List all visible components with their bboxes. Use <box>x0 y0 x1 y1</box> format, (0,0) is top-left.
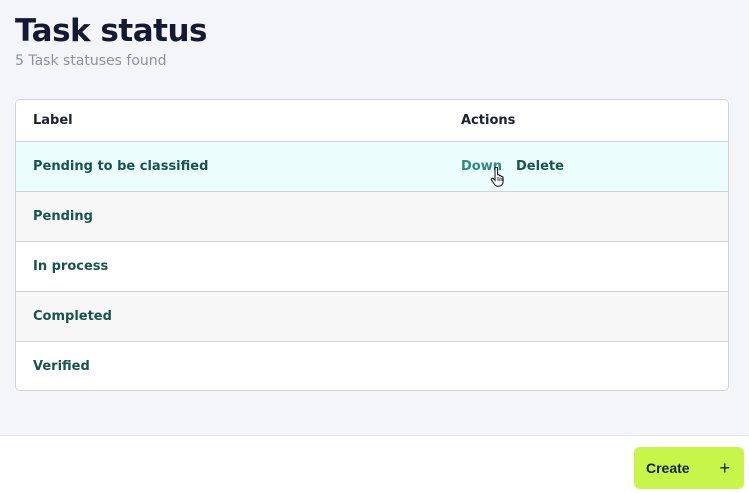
page-header: Task status 5 Task statuses found <box>15 12 207 69</box>
row-label: In process <box>33 259 109 274</box>
row-actions: Down Delete <box>461 159 564 174</box>
table-row[interactable]: Pending to be classified Down Delete <box>16 141 728 191</box>
row-label: Verified <box>33 359 90 374</box>
create-button[interactable]: Create + <box>634 447 744 489</box>
create-button-label: Create <box>646 460 690 476</box>
row-label: Pending <box>33 209 93 224</box>
delete-button[interactable]: Delete <box>516 159 564 174</box>
move-down-button[interactable]: Down <box>461 159 502 174</box>
table-row[interactable]: In process <box>16 241 728 291</box>
table-row[interactable]: Pending <box>16 191 728 241</box>
row-label: Completed <box>33 309 112 324</box>
task-status-table: Label Actions Pending to be classified D… <box>15 99 729 391</box>
table-row[interactable]: Verified <box>16 341 728 390</box>
footer-bar: Create + <box>0 435 749 493</box>
column-header-label: Label <box>33 113 73 128</box>
table-row[interactable]: Completed <box>16 291 728 341</box>
row-label: Pending to be classified <box>33 159 209 174</box>
table-header-row: Label Actions <box>16 100 728 141</box>
results-count: 5 Task statuses found <box>15 53 167 69</box>
plus-icon: + <box>719 458 730 478</box>
page: Task status 5 Task statuses found Label … <box>0 0 749 493</box>
page-title: Task status <box>15 13 207 49</box>
column-header-actions: Actions <box>461 113 516 128</box>
